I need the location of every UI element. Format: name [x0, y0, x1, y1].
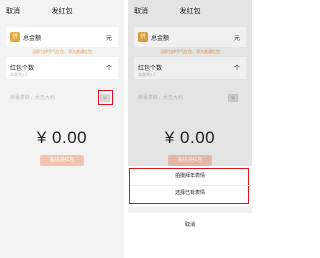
redpacket-type-hint[interactable]: 当前为拼手气红包，改为普通红包 [0, 49, 124, 55]
packet-count-unit: 个 [105, 66, 112, 72]
sheet-gap [128, 207, 252, 213]
choose-emoji-option[interactable]: 选择已有表情 [128, 189, 252, 196]
total-amount-label: 总金额 [23, 36, 42, 42]
left-screen: 取消 发红包 拼 总金额 元 当前为拼手气红包，改为普通红包 红包个数 个 本群… [0, 0, 124, 258]
blessing-input[interactable]: 恭喜发财，大吉大利 [10, 94, 55, 101]
total-amount-unit: 元 [105, 36, 112, 42]
shoot-emoji-option[interactable]: 拍摄拜年表情 [128, 172, 252, 179]
nav-bar: 取消 发红包 [0, 0, 124, 22]
sheet-cancel-button[interactable]: 取消 [128, 221, 252, 228]
group-size-hint: 本群共2人 [10, 72, 29, 77]
lucky-badge-icon: 拼 [10, 32, 20, 42]
amount-display: ¥ 0.00 [36, 128, 88, 147]
packet-count-row[interactable]: 红包个数 个 本群共2人 [6, 57, 118, 79]
packet-count-label: 红包个数 [10, 66, 35, 72]
sheet-divider [130, 185, 250, 186]
emoji-cover-icon[interactable] [100, 94, 110, 102]
total-amount-row[interactable]: 拼 总金额 元 [6, 27, 118, 47]
send-redpacket-button[interactable]: 塞钱进红包 [40, 155, 84, 166]
page-title: 发红包 [51, 8, 73, 15]
